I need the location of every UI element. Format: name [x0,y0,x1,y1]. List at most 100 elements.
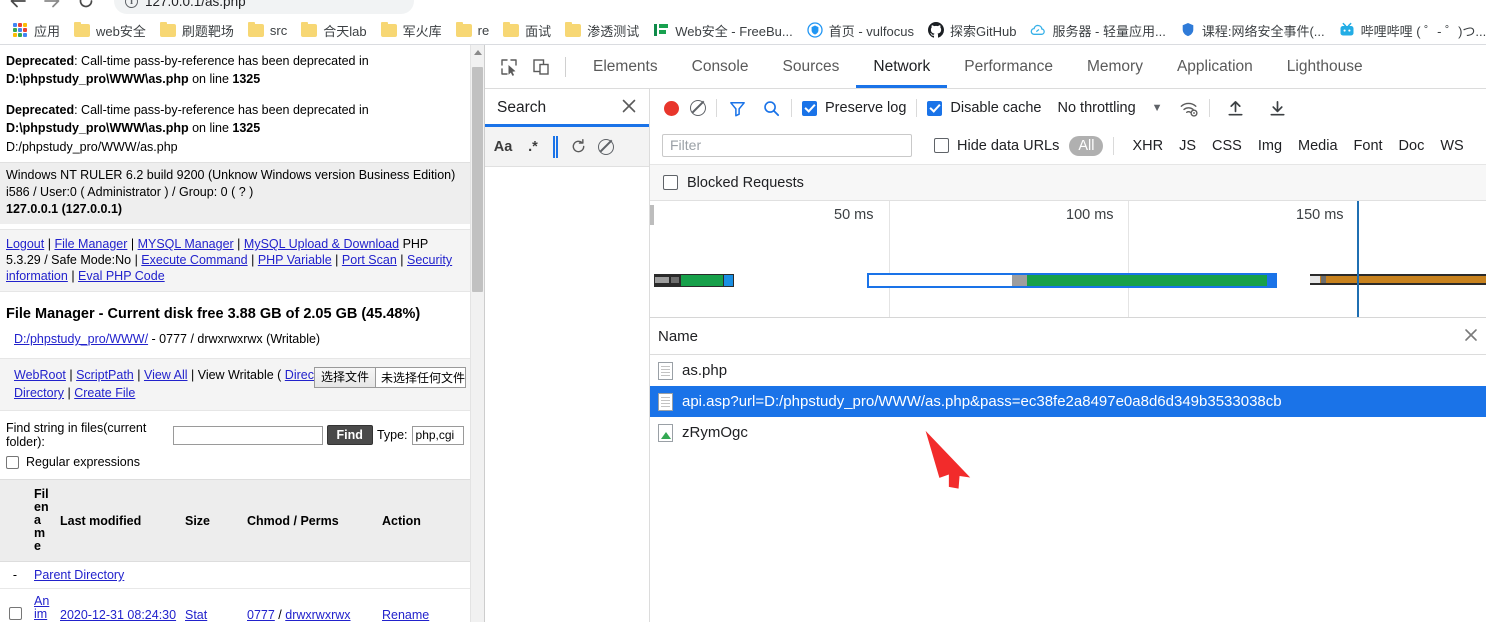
column-header-name[interactable]: Name [658,328,698,345]
site-info-icon[interactable]: i [125,0,138,8]
bookmark-bilibili[interactable]: 哔哩哔哩 ( ゜- ゜)つ... [1332,18,1486,42]
search-text-cursor[interactable] [553,135,558,158]
bookmark-re[interactable]: re [449,18,497,42]
back-arrow-icon[interactable] [6,0,30,13]
blocked-requests-label[interactable]: Blocked Requests [687,175,804,191]
import-har-icon[interactable] [1226,98,1246,118]
preserve-log-checkbox[interactable] [802,100,817,116]
link-mysql-manager[interactable]: MYSQL Manager [138,237,234,251]
bookmark-interview[interactable]: 面试 [496,18,558,42]
link-execute-command[interactable]: Execute Command [141,253,247,267]
export-har-icon[interactable] [1268,98,1288,118]
choose-file-button[interactable]: 选择文件 [315,368,377,387]
timeline-left-handle[interactable] [650,205,654,225]
request-row-zrymogc[interactable]: zRymOgc [650,417,1486,448]
bookmark-vulfocus[interactable]: 首页 - vulfocus [800,18,921,42]
network-overview-timeline[interactable]: 50 ms 100 ms 150 ms [650,201,1486,318]
clear-icon[interactable] [598,138,614,155]
link-mysql-upload-download[interactable]: MySQL Upload & Download [244,237,399,251]
tab-network[interactable]: Network [856,45,947,88]
refresh-icon[interactable] [568,137,588,157]
link-eval-php-code[interactable]: Eval PHP Code [78,269,165,283]
current-path-link[interactable]: D:/phpstudy_pro/WWW/ [14,332,148,346]
bookmark-pentest[interactable]: 渗透测试 [558,18,646,42]
close-icon[interactable] [621,98,637,119]
bookmark-cloud-server[interactable]: 服务器 - 轻量应用... [1023,18,1172,42]
record-button-icon[interactable] [664,100,679,116]
hide-data-urls-checkbox[interactable] [934,138,949,153]
close-drawer-icon[interactable] [1463,328,1479,344]
page-scrollbar[interactable] [470,45,484,622]
link-file-manager[interactable]: File Manager [54,237,127,251]
throttling-select[interactable]: No throttling [1057,100,1135,116]
chevron-down-icon[interactable]: ▼ [1152,102,1163,114]
bookmark-github[interactable]: 探索GitHub [921,18,1023,42]
type-input[interactable]: php,cgi [411,425,464,445]
file-upload-input[interactable]: 选择文件 未选择任何文件 [314,367,466,388]
blocked-requests-checkbox[interactable] [663,175,678,190]
link-create-file[interactable]: Create File [74,386,135,400]
find-button[interactable]: Find [326,425,373,445]
bookmark-src[interactable]: src [241,18,294,42]
scrollbar-thumb[interactable] [472,67,483,292]
filter-type-media[interactable]: Media [1290,136,1346,156]
bookmark-apps[interactable]: 应用 [5,18,67,42]
bookmarks-bar[interactable]: 应用 web安全 刷题靶场 src 合天lab 军火库 re 面试 渗透测试 W… [0,16,1486,45]
th-last-modified[interactable]: Last modified [56,479,181,562]
forward-arrow-icon[interactable] [40,0,64,13]
link-modified[interactable]: 2020-12-31 08:24:30 [60,608,176,622]
bookmark-arsenal[interactable]: 军火库 [374,18,449,42]
disable-cache-label[interactable]: Disable cache [950,100,1041,116]
link-php-variable[interactable]: PHP Variable [258,253,332,267]
hide-data-urls-label[interactable]: Hide data URLs [957,138,1059,154]
scroll-up-arrow-icon[interactable] [474,50,482,55]
device-toolbar-icon[interactable] [527,53,555,81]
find-string-input[interactable] [172,425,323,445]
match-case-toggle[interactable]: Aa [493,137,513,157]
disable-cache-checkbox[interactable] [927,100,943,116]
bookmark-freebuf[interactable]: Web安全 - FreeBu... [646,18,800,42]
bookmark-course-security[interactable]: 课程:网络安全事件(... [1173,18,1332,42]
filter-type-xhr[interactable]: XHR [1124,136,1171,156]
address-bar[interactable]: i 127.0.0.1/as.php [114,0,414,14]
th-size[interactable]: Size [181,479,243,562]
link-webroot[interactable]: WebRoot [14,368,66,382]
tab-application[interactable]: Application [1160,45,1270,88]
clear-requests-icon[interactable] [690,100,706,116]
filter-type-img[interactable]: Img [1250,136,1290,156]
link-view-all[interactable]: View All [144,368,188,382]
tab-lighthouse[interactable]: Lighthouse [1270,45,1380,88]
link-scriptpath[interactable]: ScriptPath [76,368,134,382]
link-file-anime[interactable]: Anime [34,594,49,622]
regular-expressions-checkbox[interactable] [6,455,19,469]
filter-type-css[interactable]: CSS [1204,136,1250,156]
filter-type-doc[interactable]: Doc [1391,136,1433,156]
timeline-playhead[interactable] [1357,201,1359,317]
link-parent-directory[interactable]: Parent Directory [34,568,124,582]
filter-input[interactable]: Filter [662,134,912,157]
filter-type-font[interactable]: Font [1346,136,1391,156]
requests-list[interactable]: as.php api.asp?url=D:/phpstudy_pro/WWW/a… [650,355,1486,622]
bookmark-hetian-lab[interactable]: 合天lab [294,18,373,42]
request-row-as-php[interactable]: as.php [650,355,1486,386]
preserve-log-label[interactable]: Preserve log [825,100,906,116]
link-port-scan[interactable]: Port Scan [342,253,397,267]
filter-funnel-icon[interactable] [727,98,747,118]
row-checkbox[interactable] [8,606,22,620]
tab-memory[interactable]: Memory [1070,45,1160,88]
tab-performance[interactable]: Performance [947,45,1070,88]
bookmark-ctf-range[interactable]: 刷题靶场 [153,18,241,42]
link-stat[interactable]: Stat [185,608,207,622]
th-filename[interactable]: Filename [30,479,56,562]
link-rename[interactable]: Rename [382,608,429,622]
request-row-api-asp[interactable]: api.asp?url=D:/phpstudy_pro/WWW/as.php&p… [650,386,1486,417]
tab-sources[interactable]: Sources [766,45,857,88]
bookmark-web-security[interactable]: web安全 [67,18,153,42]
link-perms[interactable]: drwxrwxrwx [285,608,350,622]
shell-nav-links[interactable]: Logout | File Manager | MYSQL Manager | … [0,229,470,292]
th-chmod-perms[interactable]: Chmod / Perms [243,479,378,562]
link-logout[interactable]: Logout [6,237,44,251]
filter-type-js[interactable]: JS [1171,136,1204,156]
tab-elements[interactable]: Elements [576,45,675,88]
regex-toggle[interactable]: .* [523,137,543,157]
